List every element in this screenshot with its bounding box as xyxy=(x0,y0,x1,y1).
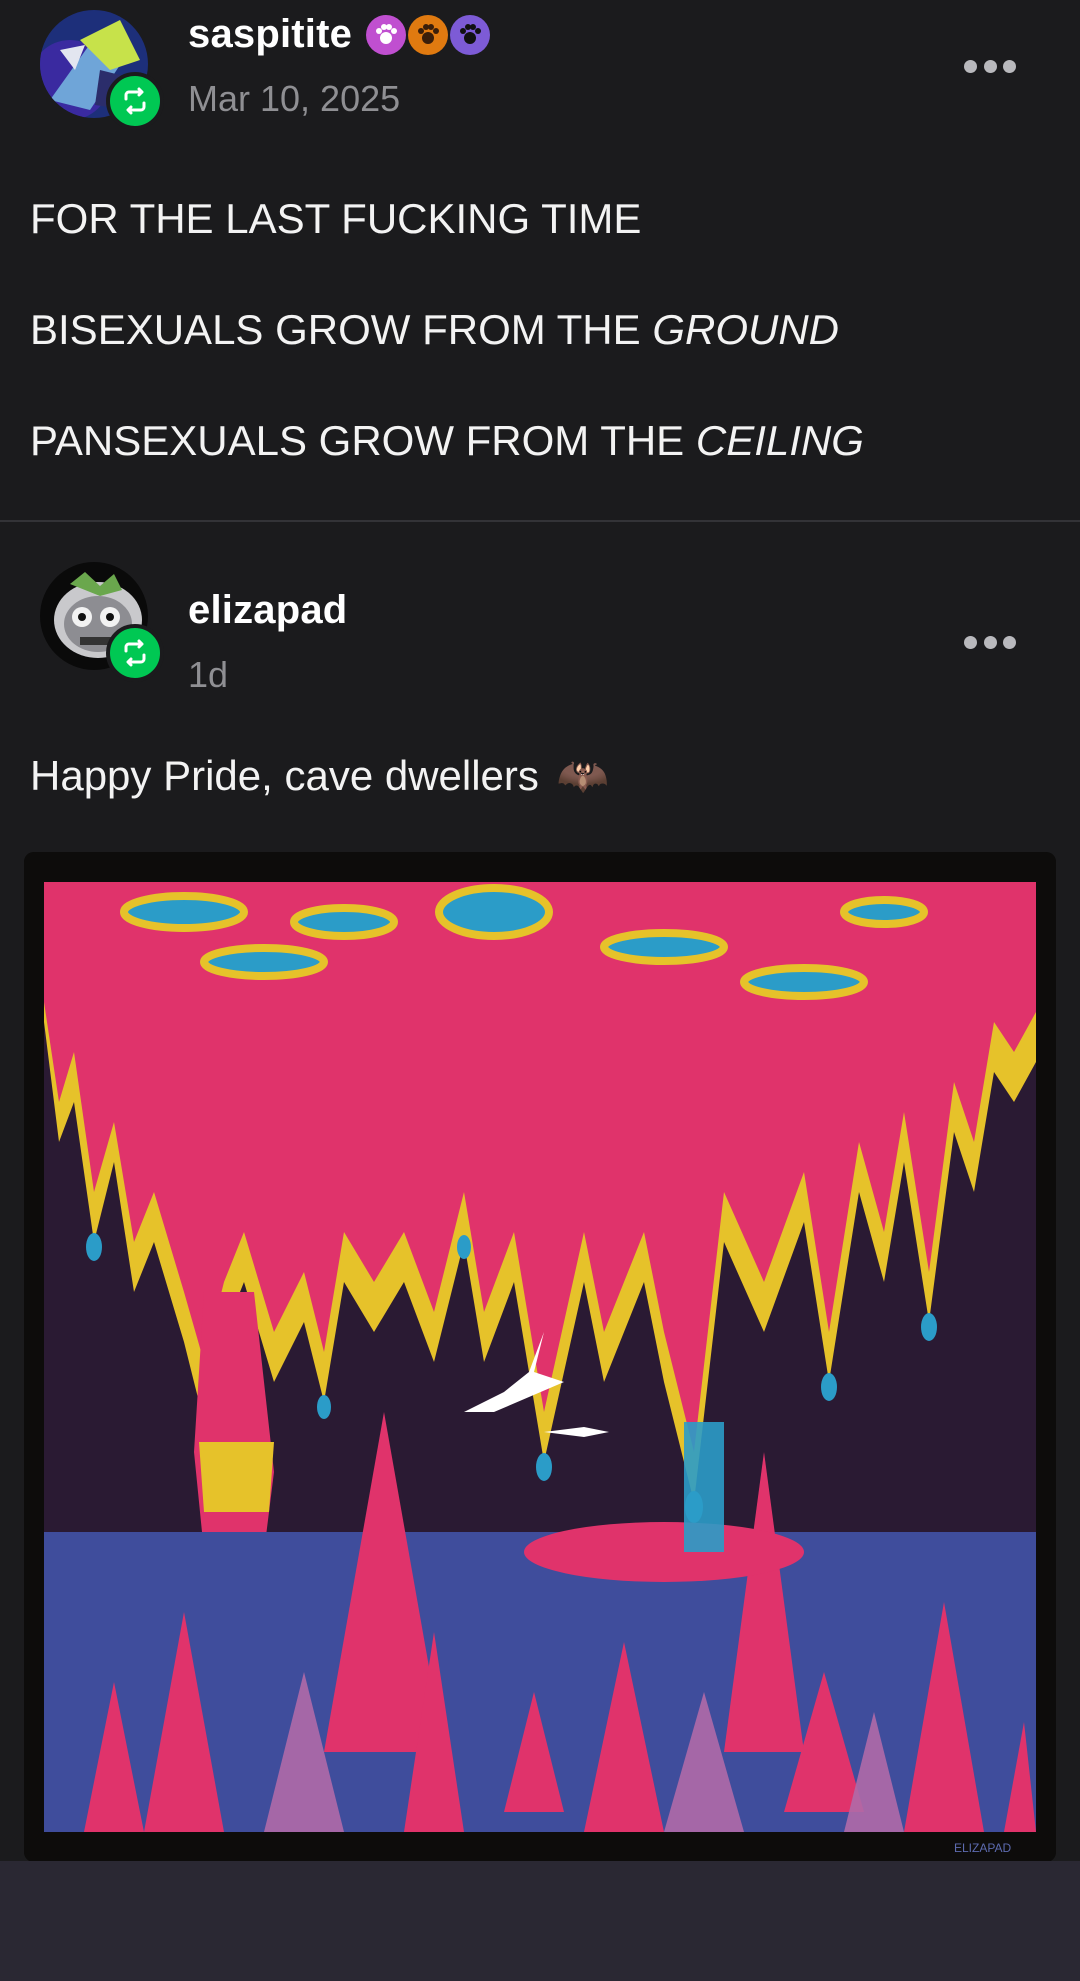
more-options-button[interactable] xyxy=(964,56,1016,76)
cave-illustration-svg: ELIZAPAD xyxy=(24,852,1056,1862)
avatar-container[interactable] xyxy=(40,562,164,682)
emphasis-ground: GROUND xyxy=(652,306,839,353)
post-header: elizapad 1d xyxy=(0,560,1080,695)
more-options-button[interactable] xyxy=(964,632,1016,652)
username-text[interactable]: elizapad xyxy=(188,588,347,633)
body-line-3: PANSEXUALS GROW FROM THE CEILING xyxy=(30,417,864,465)
paw-icon xyxy=(408,14,449,55)
emphasis-ceiling: CEILING xyxy=(695,417,864,464)
post-body: FOR THE LAST FUCKING TIME BISEXUALS GROW… xyxy=(0,195,894,465)
post-saspitite: saspitite Mar 10, 2025 FOR THE LAST FUCK… xyxy=(0,0,1080,520)
username-text[interactable]: saspitite xyxy=(188,12,352,57)
body-text-content: Happy Pride, cave dwellers xyxy=(30,752,539,799)
cave-illustration-image[interactable]: ELIZAPAD xyxy=(24,852,1056,1862)
timestamp[interactable]: Mar 10, 2025 xyxy=(188,78,400,120)
paw-icon xyxy=(450,14,491,55)
body-line-2: BISEXUALS GROW FROM THE GROUND xyxy=(30,306,864,354)
username[interactable]: saspitite xyxy=(188,12,491,57)
dot-icon xyxy=(1003,635,1016,649)
reblog-icon xyxy=(106,72,164,130)
dot-icon xyxy=(983,635,997,649)
bottom-bar xyxy=(0,1861,1080,1981)
dot-icon xyxy=(983,59,997,73)
body-line-3-text: PANSEXUALS GROW FROM THE xyxy=(30,417,696,464)
bat-emoji-icon: 🦇 xyxy=(556,752,609,799)
body-line-1: FOR THE LAST FUCKING TIME xyxy=(30,195,642,242)
dot-icon xyxy=(964,635,977,649)
dot-icon xyxy=(964,59,977,73)
badges xyxy=(366,14,491,55)
post-header: saspitite Mar 10, 2025 xyxy=(0,0,1080,130)
artist-signature: ELIZAPAD xyxy=(954,1841,1011,1855)
reblog-icon xyxy=(106,624,164,682)
body-line-2-text: BISEXUALS GROW FROM THE xyxy=(30,306,653,353)
username[interactable]: elizapad xyxy=(188,588,347,633)
timestamp[interactable]: 1d xyxy=(188,654,228,696)
avatar-container[interactable] xyxy=(40,10,164,130)
dot-icon xyxy=(1003,59,1016,73)
paw-icon xyxy=(366,14,407,55)
post-body: Happy Pride, cave dwellers 🦇 xyxy=(0,752,639,800)
body-text: Happy Pride, cave dwellers 🦇 xyxy=(30,752,609,800)
